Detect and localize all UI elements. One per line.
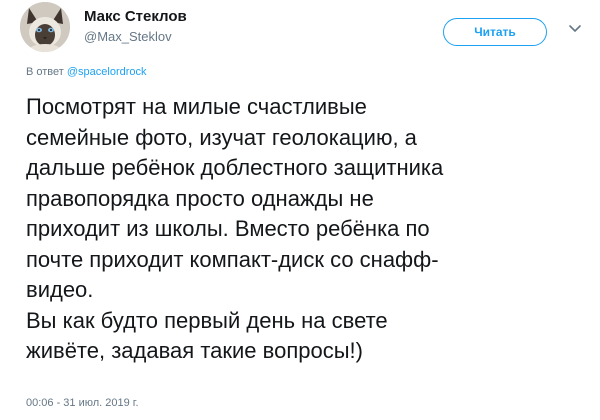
tweet-timestamp[interactable]: 00:06 - 31 июл. 2019 г. (26, 397, 139, 409)
reply-context: В ответ @spacelordrock (26, 66, 147, 78)
avatar[interactable] (20, 2, 70, 52)
reply-prefix: В ответ (26, 66, 67, 78)
author-handle[interactable]: @Max_Steklov (84, 28, 187, 46)
tweet-card: Макс Стеклов @Max_Steklov Читать В ответ… (0, 0, 600, 420)
author-names: Макс Стеклов @Max_Steklov (84, 8, 187, 46)
follow-button[interactable]: Читать (443, 18, 547, 46)
tweet-text: Посмотрят на милые счастливые семейные ф… (26, 94, 444, 363)
chevron-down-icon[interactable] (568, 24, 582, 34)
reply-mention-link[interactable]: @spacelordrock (67, 66, 147, 78)
siamese-cat-avatar-icon (20, 2, 70, 52)
tweet-header: Макс Стеклов @Max_Steklov Читать (20, 2, 590, 54)
display-name[interactable]: Макс Стеклов (84, 8, 187, 26)
